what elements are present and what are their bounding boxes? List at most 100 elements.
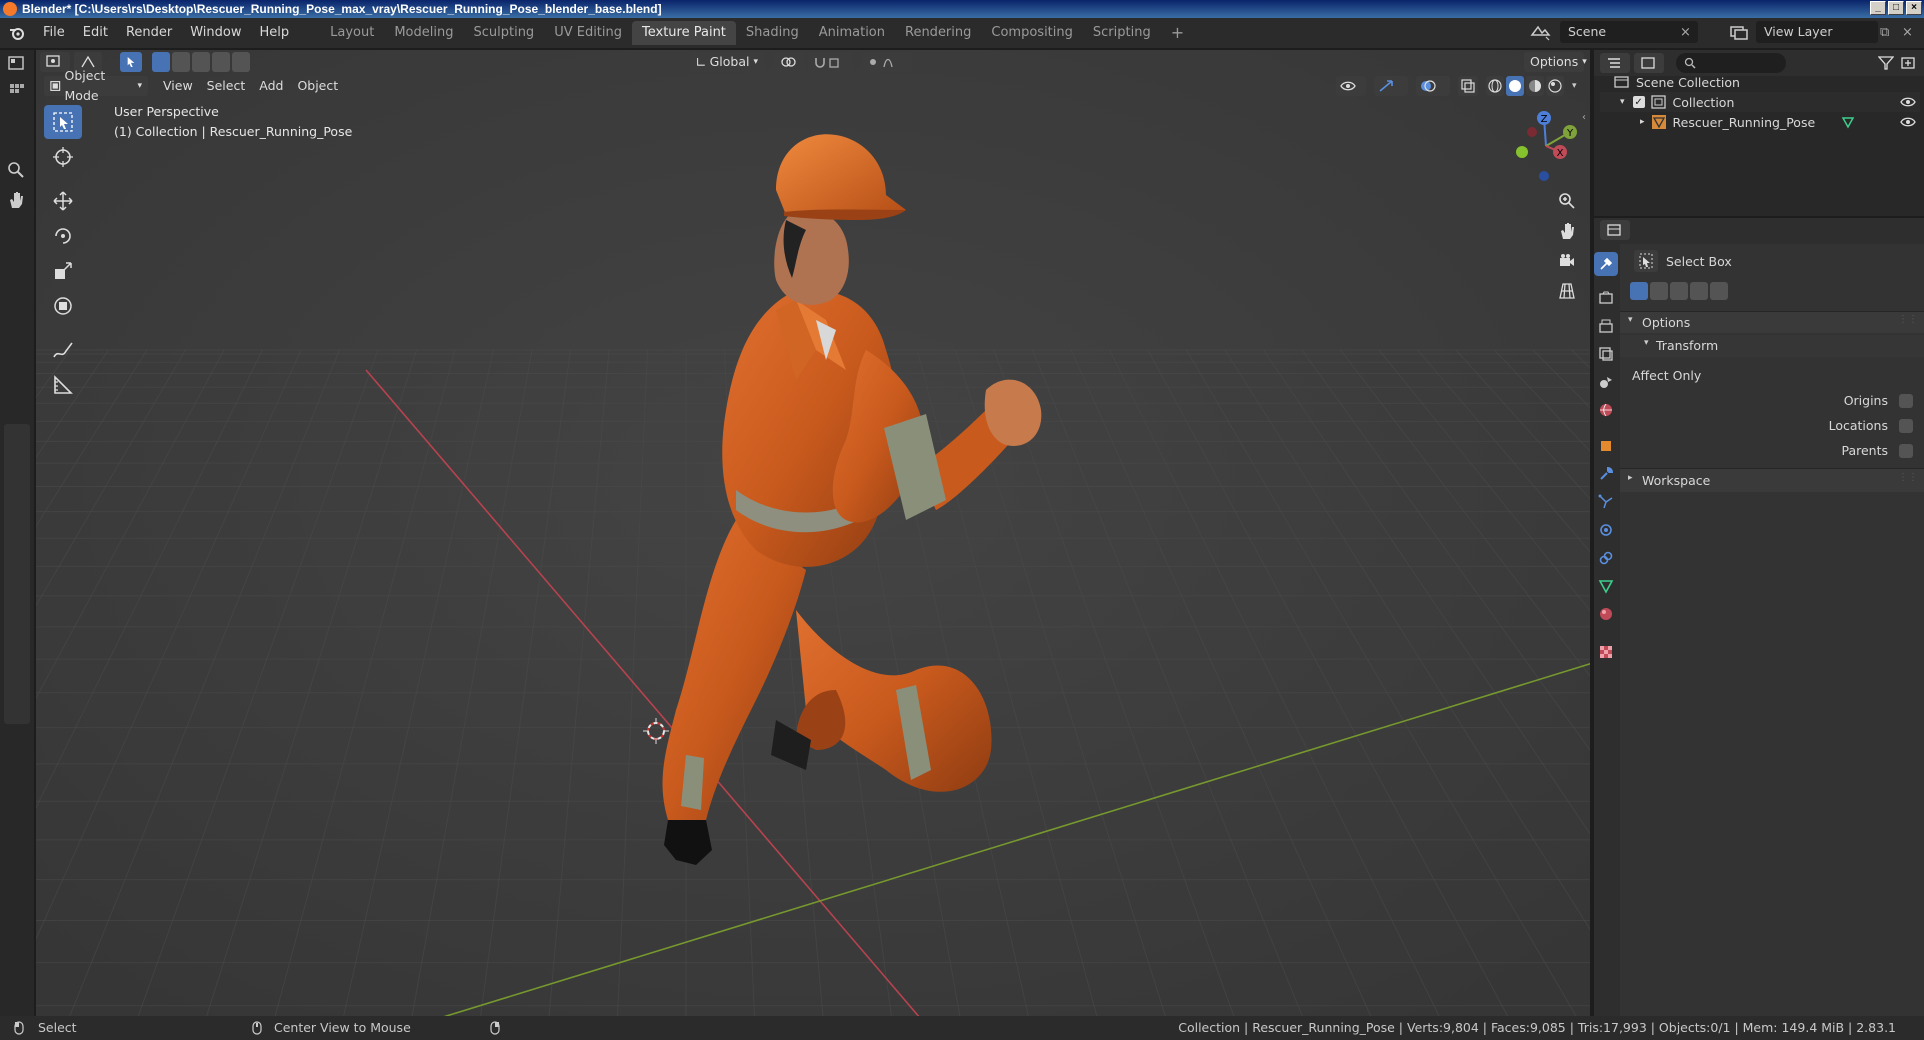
snap-button[interactable] — [808, 52, 852, 72]
measure-tool[interactable] — [44, 368, 82, 402]
transform-tool[interactable] — [44, 289, 82, 323]
locations-checkbox[interactable] — [1899, 419, 1913, 433]
tab-scripting[interactable]: Scripting — [1083, 21, 1161, 45]
menu-file[interactable]: File — [34, 18, 74, 48]
menu-render[interactable]: Render — [117, 18, 181, 48]
hand-icon[interactable] — [6, 190, 26, 210]
tab-modeling[interactable]: Modeling — [384, 21, 463, 45]
menu-edit[interactable]: Edit — [74, 18, 117, 48]
solid-shading-icon[interactable] — [1506, 76, 1524, 96]
tool-properties-tab[interactable] — [1594, 252, 1618, 276]
transform-orientation-dropdown[interactable]: Global ▾ — [690, 52, 764, 72]
maximize-button[interactable]: □ — [1888, 1, 1904, 15]
view-layer-icon[interactable] — [1728, 23, 1750, 41]
mode-extend-icon[interactable] — [1650, 282, 1668, 300]
mode-difference-icon[interactable] — [1690, 282, 1708, 300]
minimize-button[interactable]: _ — [1870, 1, 1886, 15]
rotate-tool[interactable] — [44, 219, 82, 253]
properties-editor-type-icon[interactable] — [1600, 220, 1630, 240]
menu-object[interactable]: Object — [290, 76, 345, 96]
pivot-point-button[interactable] — [774, 52, 804, 72]
outliner-search-input[interactable] — [1676, 53, 1786, 73]
mesh-data-icon[interactable] — [1841, 115, 1855, 129]
new-view-layer-icon[interactable]: ⧉ — [1880, 25, 1889, 40]
pan-view-icon[interactable] — [1554, 218, 1580, 244]
select-new-icon[interactable] — [152, 52, 170, 72]
mode-dropdown[interactable]: Object Mode ▾ — [44, 68, 148, 103]
modifier-properties-tab[interactable] — [1594, 462, 1618, 486]
blender-menu-icon[interactable] — [0, 25, 34, 41]
tab-sculpting[interactable]: Sculpting — [463, 21, 544, 45]
navigation-gizmo[interactable]: Z Y X — [1506, 106, 1586, 186]
tab-rendering[interactable]: Rendering — [895, 21, 981, 45]
texture-properties-tab[interactable] — [1594, 640, 1618, 664]
select-difference-icon[interactable] — [212, 52, 230, 72]
options-dropdown[interactable]: Options ▾ — [1524, 52, 1587, 72]
wireframe-shading-icon[interactable] — [1486, 76, 1504, 96]
options-panel-header[interactable]: ▾ Options ⋮⋮ — [1620, 311, 1924, 333]
drag-handle-icon[interactable]: ⋮⋮ — [1898, 314, 1918, 325]
world-properties-tab[interactable] — [1594, 398, 1618, 422]
menu-window[interactable]: Window — [181, 18, 250, 48]
sidebar-toggle-icon[interactable]: ‹ — [1582, 112, 1586, 123]
physics-properties-tab[interactable] — [1594, 518, 1618, 542]
mode-subtract-icon[interactable] — [1670, 282, 1688, 300]
material-properties-tab[interactable] — [1594, 602, 1618, 626]
zoom-view-icon[interactable] — [1554, 188, 1580, 214]
scale-tool[interactable] — [44, 254, 82, 288]
menu-select[interactable]: Select — [200, 76, 253, 96]
mode-set-icon[interactable] — [1630, 282, 1648, 300]
select-box-tool[interactable] — [44, 105, 82, 139]
menu-add[interactable]: Add — [252, 76, 290, 96]
drag-handle-icon[interactable]: ⋮⋮ — [1898, 472, 1918, 483]
3d-viewport[interactable]: Global ▾ Options ▾ Object Mode ▾ View Se… — [36, 50, 1590, 1016]
mode-intersect-icon[interactable] — [1710, 282, 1728, 300]
expand-arrow-icon[interactable]: ▸ — [1640, 117, 1645, 127]
add-workspace-button[interactable]: + — [1161, 21, 1194, 45]
camera-view-icon[interactable] — [1554, 248, 1580, 274]
menu-view[interactable]: View — [156, 76, 200, 96]
tab-uv-editing[interactable]: UV Editing — [544, 21, 632, 45]
mesh-data-properties-tab[interactable] — [1594, 574, 1618, 598]
outliner-row-object[interactable]: ▸ Rescuer_Running_Pose — [1600, 112, 1920, 132]
select-subtract-icon[interactable] — [192, 52, 210, 72]
new-collection-icon[interactable] — [1900, 56, 1916, 70]
output-properties-tab[interactable] — [1594, 314, 1618, 338]
tab-compositing[interactable]: Compositing — [981, 21, 1083, 45]
parents-checkbox[interactable] — [1899, 444, 1913, 458]
visibility-icon[interactable] — [1336, 76, 1366, 96]
zoom-icon[interactable] — [6, 160, 26, 180]
scene-field[interactable]: Scene — [1560, 21, 1698, 43]
gizmo-toggle-icon[interactable] — [1374, 76, 1408, 96]
tab-layout[interactable]: Layout — [320, 21, 384, 45]
tab-texture-paint[interactable]: Texture Paint — [632, 21, 736, 45]
paint-slots-panel[interactable] — [4, 424, 30, 724]
scene-icon[interactable] — [1530, 23, 1552, 41]
chevron-down-icon[interactable]: ▾ — [1572, 81, 1577, 91]
perspective-toggle-icon[interactable] — [1554, 278, 1580, 304]
object-visibility-icon[interactable] — [1900, 116, 1916, 128]
tab-animation[interactable]: Animation — [809, 21, 895, 45]
outliner-editor-type-icon[interactable] — [1600, 53, 1630, 73]
close-button[interactable]: × — [1906, 1, 1922, 15]
object-properties-tab[interactable] — [1594, 434, 1618, 458]
tab-shading[interactable]: Shading — [736, 21, 809, 45]
scene-properties-tab[interactable] — [1594, 370, 1618, 394]
editor-type-icon[interactable] — [8, 56, 26, 72]
material-shading-icon[interactable] — [1526, 76, 1544, 96]
render-properties-tab[interactable] — [1594, 286, 1618, 310]
collection-visibility-icon[interactable] — [1900, 96, 1916, 108]
menu-help[interactable]: Help — [251, 18, 299, 48]
particles-properties-tab[interactable] — [1594, 490, 1618, 514]
display-mode-icon[interactable] — [1634, 53, 1664, 73]
transform-subpanel-header[interactable]: ▾ Transform — [1620, 335, 1924, 357]
select-extend-icon[interactable] — [172, 52, 190, 72]
move-tool[interactable] — [44, 184, 82, 218]
outliner-row-scene-collection[interactable]: Scene Collection — [1600, 72, 1920, 92]
cursor-tool[interactable] — [44, 140, 82, 174]
origins-checkbox[interactable] — [1899, 394, 1913, 408]
collection-checkbox[interactable]: ✓ — [1632, 96, 1645, 108]
close-icon[interactable]: × — [1680, 25, 1691, 40]
proportional-editing-button[interactable] — [862, 52, 912, 72]
remove-view-layer-icon[interactable]: × — [1902, 25, 1913, 40]
